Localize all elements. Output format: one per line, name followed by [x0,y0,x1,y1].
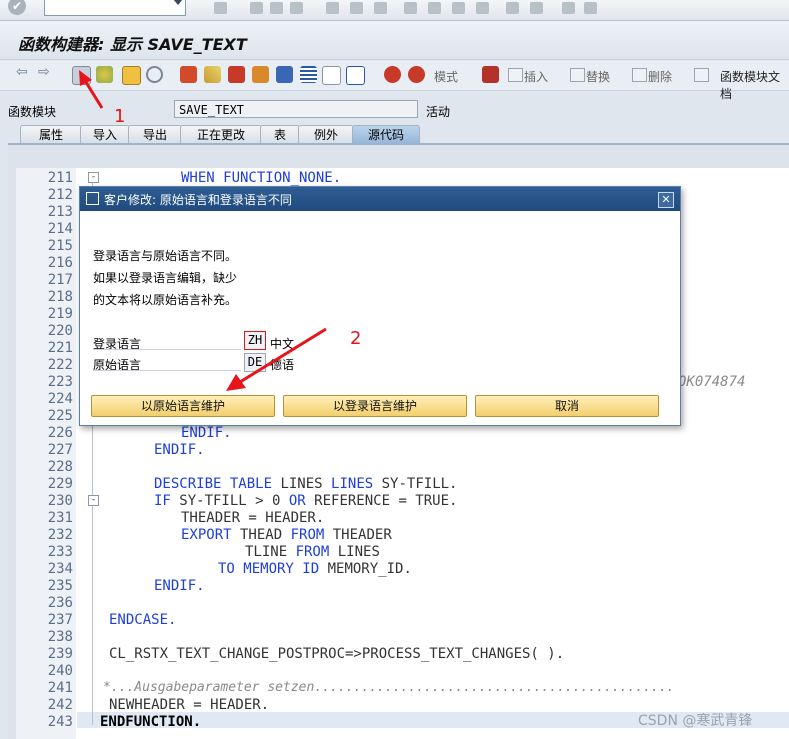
arrow-icon [226,327,327,391]
arrow-icon [79,70,104,109]
watermark: CSDN @寒武青锋 [638,713,753,729]
step-number-1: 1 [114,106,126,127]
step-number-2: 2 [350,328,362,349]
